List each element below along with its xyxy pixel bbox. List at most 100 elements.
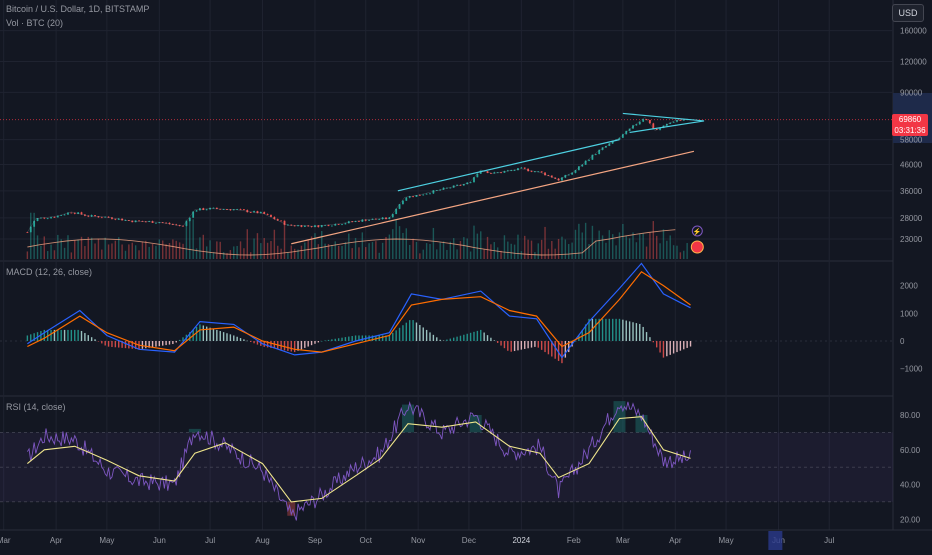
candle-body[interactable] — [594, 154, 597, 155]
candle-body[interactable] — [26, 232, 29, 233]
candle-body[interactable] — [422, 194, 425, 196]
macd-histogram-bar — [615, 318, 617, 341]
candle-body[interactable] — [188, 217, 191, 222]
volume-bar — [46, 251, 49, 259]
candle-body[interactable] — [513, 170, 516, 171]
candle-body[interactable] — [368, 219, 371, 221]
macd-histogram-bar — [168, 341, 171, 345]
volume-bar — [649, 232, 651, 259]
candle-body[interactable] — [523, 167, 526, 169]
candle-body[interactable] — [46, 218, 49, 220]
volume-bar — [527, 239, 529, 259]
candle-body[interactable] — [70, 212, 73, 214]
macd-histogram-bar — [30, 334, 32, 341]
volume-bar — [415, 241, 418, 259]
candle-body[interactable] — [212, 207, 215, 209]
volume-bar — [446, 249, 448, 259]
volume-indicator-label[interactable]: Vol · BTC (20) — [6, 18, 63, 28]
currency-button[interactable]: USD — [892, 4, 924, 22]
candle-body[interactable] — [402, 200, 404, 205]
candle-body[interactable] — [418, 194, 421, 196]
candle-body[interactable] — [337, 224, 340, 225]
candle-body[interactable] — [63, 214, 66, 216]
candle-body[interactable] — [344, 223, 347, 225]
candle-body[interactable] — [280, 220, 283, 222]
macd-tick-label: 0 — [900, 337, 905, 346]
chart-canvas[interactable]: Mar Apr May Jun Jul Aug Sep Oct Nov Dec 2024 Feb Mar… — [0, 0, 932, 550]
candle-body[interactable] — [544, 172, 546, 176]
candle-body[interactable] — [642, 119, 645, 122]
volume-bar — [544, 226, 546, 259]
candle-body[interactable] — [432, 190, 435, 194]
volume-bar — [118, 237, 120, 259]
candle-body[interactable] — [405, 197, 408, 201]
candle-body[interactable] — [378, 219, 381, 220]
candle-body[interactable] — [195, 210, 198, 212]
macd-histogram-bar — [216, 329, 218, 341]
candle-body[interactable] — [249, 212, 252, 213]
macd-histogram-bar — [324, 340, 326, 341]
volume-bar — [605, 242, 607, 259]
candle-body[interactable] — [429, 193, 431, 195]
candle-body[interactable] — [100, 217, 103, 219]
macd-histogram-bar — [683, 341, 685, 350]
candle-body[interactable] — [60, 215, 63, 217]
macd-histogram-bar — [107, 341, 110, 347]
candle-body[interactable] — [638, 121, 641, 125]
candle-body[interactable] — [540, 171, 543, 173]
candle-body[interactable] — [672, 121, 675, 123]
volume-bar — [645, 246, 648, 259]
candle-body[interactable] — [94, 215, 96, 217]
candle-body[interactable] — [469, 182, 472, 184]
candle-body[interactable] — [520, 167, 523, 169]
candle-body[interactable] — [33, 220, 36, 227]
candle-body[interactable] — [425, 193, 428, 195]
macd-histogram-bar — [243, 339, 245, 341]
x-tick-label: Feb — [567, 536, 581, 545]
candle-body[interactable] — [530, 171, 533, 172]
candle-body[interactable] — [330, 225, 333, 227]
candle-body[interactable] — [361, 219, 364, 222]
candle-body[interactable] — [205, 209, 208, 211]
candle-body[interactable] — [50, 217, 52, 219]
macd-histogram-bar — [172, 341, 174, 345]
candle-body[interactable] — [229, 209, 232, 211]
candle-body[interactable] — [243, 209, 245, 211]
candle-body[interactable] — [500, 172, 502, 174]
volume-bar — [104, 237, 106, 259]
macd-histogram-bar — [669, 341, 671, 355]
candle-body[interactable] — [114, 218, 117, 220]
macd-histogram-bar — [162, 341, 164, 346]
candle-body[interactable] — [185, 221, 188, 226]
volume-bar — [507, 241, 509, 259]
candle-body[interactable] — [270, 214, 272, 217]
volume-bar — [148, 246, 150, 259]
candle-body[interactable] — [53, 217, 56, 218]
volume-bar — [124, 250, 127, 259]
rsi-label[interactable]: RSI (14, close) — [6, 402, 66, 412]
macd-histogram-bar — [199, 324, 201, 341]
event-marker-icon[interactable] — [690, 240, 704, 254]
candle-body[interactable] — [266, 213, 269, 215]
volume-bar — [608, 230, 611, 259]
price-tick-label: 90000 — [900, 88, 923, 97]
trading-chart[interactable]: Mar Apr May Jun Jul Aug Sep Oct Nov Dec 2024 Feb Mar… — [0, 0, 932, 550]
volume-bar — [378, 252, 380, 259]
macd-label[interactable]: MACD (12, 26, close) — [6, 267, 92, 277]
volume-bar — [128, 244, 130, 259]
candle-body[interactable] — [155, 222, 157, 224]
volume-bar — [409, 244, 411, 259]
candle-body[interactable] — [192, 211, 195, 218]
candle-body[interactable] — [239, 209, 242, 211]
volume-bar — [141, 241, 144, 259]
rsi-tick-label: 20.00 — [900, 515, 921, 524]
macd-histogram-bar — [331, 339, 333, 341]
macd-histogram-bar — [80, 330, 83, 341]
volume-bar — [260, 243, 262, 259]
candle-body[interactable] — [412, 196, 414, 197]
candle-body[interactable] — [138, 220, 140, 222]
macd-histogram-bar — [564, 341, 567, 358]
candle-body[interactable] — [588, 159, 590, 161]
candle-body[interactable] — [341, 224, 343, 226]
macd-histogram-bar — [84, 333, 86, 341]
